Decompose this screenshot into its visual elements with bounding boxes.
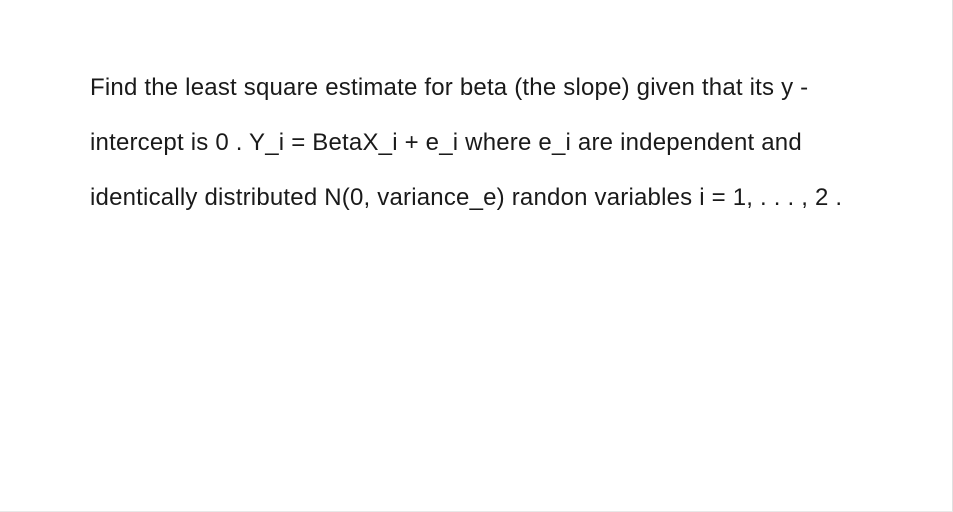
- document-page: Find the least square estimate for beta …: [0, 0, 953, 512]
- problem-statement: Find the least square estimate for beta …: [90, 60, 862, 226]
